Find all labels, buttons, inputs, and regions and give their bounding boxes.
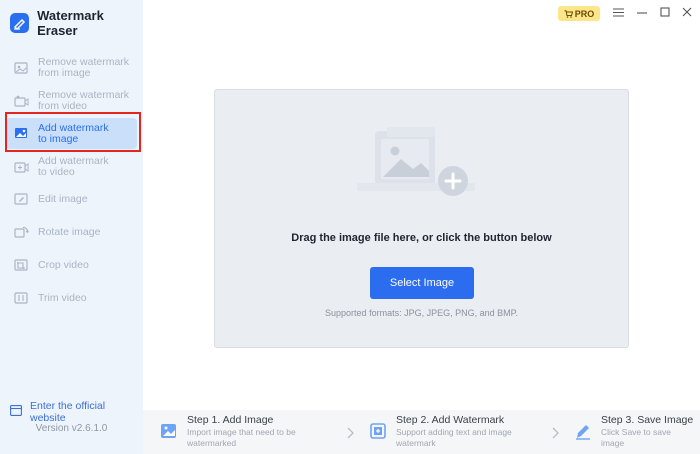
official-website-label: Enter the official website <box>30 400 106 424</box>
step-description: Support adding text and image watermark <box>396 427 512 448</box>
close-button[interactable] <box>678 4 696 22</box>
sidebar-item-edit-image[interactable]: Edit image <box>6 190 137 208</box>
sidebar-item-label: Add watermark to video <box>38 155 109 178</box>
maximize-icon <box>660 4 670 22</box>
sidebar-item-crop-video[interactable]: Crop video <box>6 256 137 274</box>
sidebar-item-label: Add watermark to image <box>38 121 109 145</box>
sidebar-item-add-watermark-image[interactable]: Add watermark to image <box>6 118 137 149</box>
cart-icon <box>564 9 573 18</box>
close-icon <box>682 4 692 22</box>
image-upload-illustration-icon <box>345 125 485 215</box>
add-watermark-step-icon <box>368 420 388 442</box>
maximize-button[interactable] <box>656 4 674 22</box>
sidebar-item-remove-watermark-image[interactable]: Remove watermark from image <box>6 55 137 81</box>
sidebar-item-trim-video[interactable]: Trim video <box>6 289 137 307</box>
drop-instruction: Drag the image file here, or click the b… <box>291 232 552 244</box>
official-website-link[interactable]: Enter the official website <box>10 400 143 424</box>
step-title: Step 1. Add Image <box>187 414 274 426</box>
sidebar-item-label: Crop video <box>38 258 89 271</box>
save-image-step-icon <box>573 420 593 442</box>
sidebar-item-label: Remove watermark from video <box>38 89 130 112</box>
chevron-right-icon <box>347 426 355 444</box>
image-add-icon <box>14 127 29 141</box>
sidebar-item-rotate-image[interactable]: Rotate image <box>6 223 137 241</box>
pro-label: PRO <box>574 8 595 19</box>
trim-video-icon <box>14 291 29 305</box>
browser-icon <box>10 405 22 419</box>
app-header: Watermark Eraser <box>10 8 143 38</box>
video-add-icon <box>14 160 29 174</box>
app-title: Watermark Eraser <box>37 8 104 38</box>
step-title: Step 3. Save Image <box>601 414 694 426</box>
sidebar-item-label: Rotate image <box>38 225 101 238</box>
sidebar-item-label: Trim video <box>38 291 87 304</box>
menu-button[interactable] <box>609 4 627 22</box>
chevron-right-icon <box>552 426 560 444</box>
version-label: Version v2.6.1.0 <box>35 423 108 434</box>
edit-image-icon <box>14 192 29 206</box>
select-image-button[interactable]: Select Image <box>370 267 474 299</box>
add-image-step-icon <box>159 420 179 442</box>
step-description: Import image that need to be watermarked <box>187 427 296 448</box>
rotate-image-icon <box>14 225 29 239</box>
hamburger-icon <box>612 4 624 22</box>
sidebar: Watermark Eraser Remove watermark from i… <box>0 0 143 454</box>
step-3: Step 3. Save Image Click Save to save im… <box>573 410 693 454</box>
pro-badge[interactable]: PRO <box>558 6 600 21</box>
app-logo-icon <box>10 13 30 33</box>
sidebar-item-label: Edit image <box>38 192 88 205</box>
sidebar-item-label: Remove watermark from image <box>38 56 130 79</box>
image-eraser-icon <box>14 61 29 75</box>
crop-video-icon <box>14 258 29 272</box>
step-2: Step 2. Add Watermark Support adding tex… <box>368 410 512 454</box>
supported-formats-text: Supported formats: JPG, JPEG, PNG, and B… <box>325 308 518 318</box>
video-eraser-icon <box>14 94 29 108</box>
sidebar-item-remove-watermark-video[interactable]: Remove watermark from video <box>6 88 137 114</box>
sidebar-item-add-watermark-video[interactable]: Add watermark to video <box>6 154 137 180</box>
minimize-button[interactable] <box>633 4 651 22</box>
image-drop-zone[interactable]: Drag the image file here, or click the b… <box>214 89 629 348</box>
steps-bar: Step 1. Add Image Import image that need… <box>143 410 700 454</box>
minimize-icon <box>637 4 647 22</box>
step-1: Step 1. Add Image Import image that need… <box>159 410 296 454</box>
step-title: Step 2. Add Watermark <box>396 414 505 426</box>
step-description: Click Save to save image <box>601 427 671 448</box>
